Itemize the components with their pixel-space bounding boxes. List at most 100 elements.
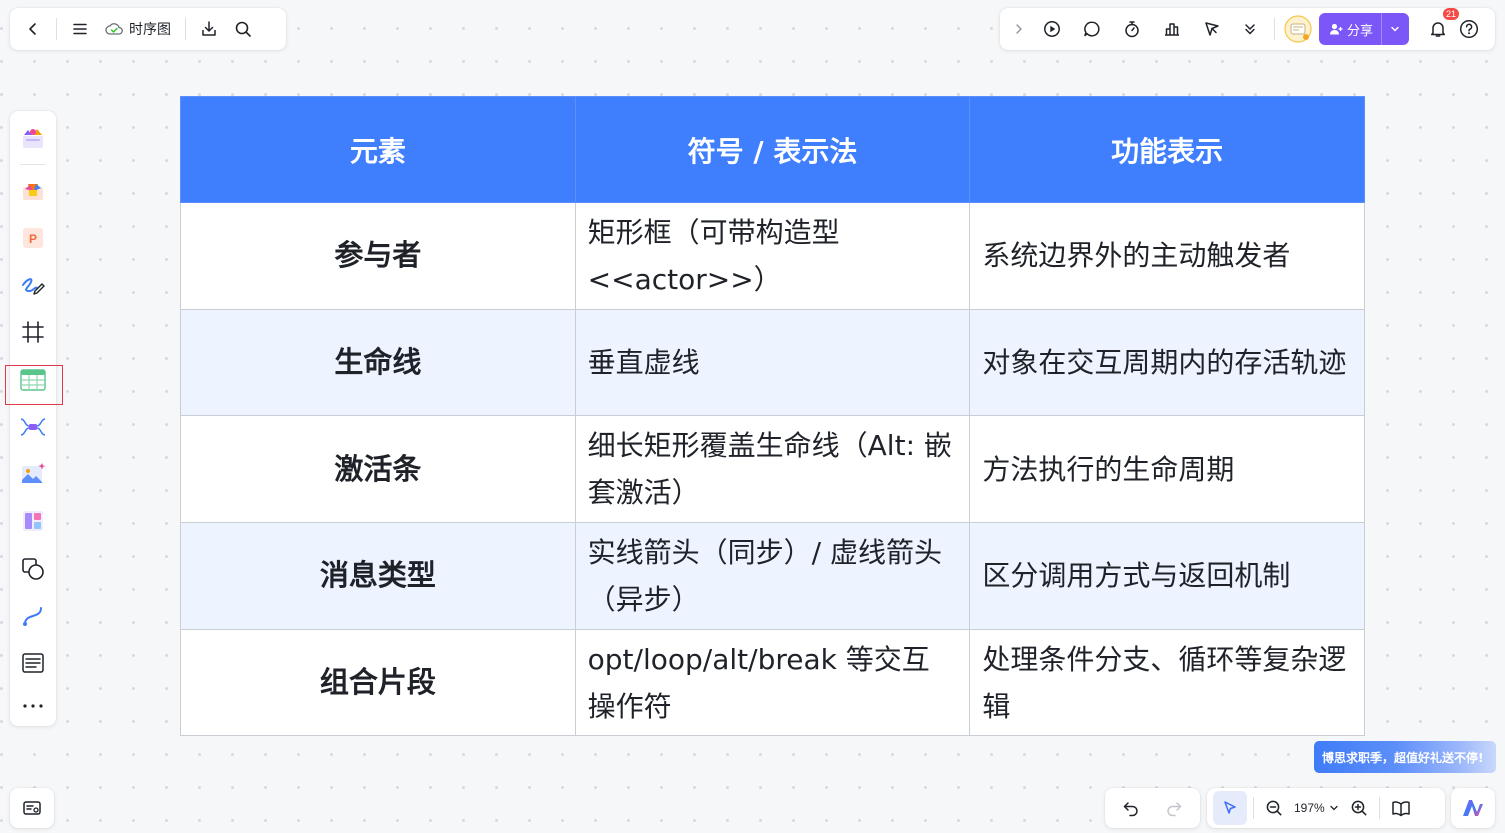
undo-button[interactable] [1114,791,1148,825]
menu-button[interactable] [63,12,97,46]
svg-text:P: P [29,232,37,246]
top-right-toolbar: 分享 21 [1000,8,1495,50]
table-cell[interactable]: 实线箭头（同步）/ 虚线箭头（异步） [574,522,971,630]
timer-button[interactable] [1112,12,1152,46]
share-main[interactable]: 分享 [1319,13,1381,45]
download-button[interactable] [192,12,226,46]
search-button[interactable] [226,12,260,46]
table-tool[interactable] [10,356,56,403]
table-row: 消息类型 实线箭头（同步）/ 虚线箭头（异步） 区分调用方式与返回机制 [180,522,1365,630]
share-label: 分享 [1347,23,1374,39]
template-tool[interactable] [10,115,56,162]
search-icon [234,20,252,38]
minimap-icon [22,799,42,817]
avatar-icon [1284,15,1312,43]
table-cell[interactable]: 组合片段 [180,628,576,737]
list-icon [20,650,46,676]
table-cell[interactable]: 参与者 [180,202,576,310]
left-toolbar: P [10,111,56,726]
zoom-in-icon [1350,799,1368,817]
header-cell-function[interactable]: 功能表示 [969,96,1365,203]
shape-tool[interactable] [10,545,56,592]
present-button[interactable] [1032,12,1072,46]
undo-icon [1122,799,1140,817]
pen-icon [19,271,47,299]
cloud-sync-icon [105,22,123,36]
table-cell[interactable]: 垂直虚线 [574,308,971,417]
share-options-button[interactable] [1381,13,1407,45]
minimap-button[interactable] [10,788,54,828]
redo-button[interactable] [1157,791,1191,825]
book-icon [1391,799,1411,817]
connector-icon [20,603,46,629]
table-cell[interactable]: 矩形框（可带构造型 <<actor>>） [574,202,971,310]
comment-icon [1083,20,1101,38]
layout-tool[interactable] [10,498,56,545]
user-avatar[interactable] [1281,12,1315,46]
text-list-tool[interactable] [10,639,56,686]
materials-tool[interactable] [10,167,56,214]
notifications-button[interactable]: 21 [1423,8,1459,46]
divider [20,164,46,166]
help-icon [1459,19,1479,39]
vote-button[interactable] [1152,12,1192,46]
ai-assistant-button[interactable] [1451,788,1495,828]
zoom-level-value: 197% [1294,801,1325,815]
document-title[interactable]: 时序图 [97,14,179,44]
table-cell[interactable]: 方法执行的生命周期 [969,415,1365,524]
connector-tool[interactable] [10,592,56,639]
history-controls [1105,788,1200,828]
chevron-down-icon [1329,803,1339,813]
chevron-down-icon [1390,24,1400,34]
divider [56,18,57,40]
more-dots-icon [22,703,44,709]
table-cell[interactable]: 细长矩形覆盖生命线（Alt: 嵌套激活） [574,415,971,524]
select-tool-button[interactable] [1213,791,1247,825]
frame-tool[interactable] [10,309,56,356]
bell-icon [1429,20,1447,38]
download-icon [200,20,218,38]
notification-count-badge: 21 [1442,8,1459,20]
table-cell[interactable]: 生命线 [180,308,576,417]
promo-text: 博思求职季，超值好礼送不停! [1322,750,1484,765]
zoom-in-button[interactable] [1345,791,1373,825]
table-cell[interactable]: 处理条件分支、循环等复杂逻辑 [969,628,1365,737]
table-cell[interactable]: 对象在交互周期内的存活轨迹 [969,308,1365,417]
zoom-controls: 197% [1207,788,1445,828]
table-header-row: 元素 符号 / 表示法 功能表示 [180,96,1365,203]
table-cell[interactable]: 激活条 [180,415,576,524]
zoom-level-dropdown[interactable]: 197% [1288,801,1345,815]
zoom-out-icon [1265,799,1283,817]
share-button[interactable]: 分享 [1319,13,1409,45]
header-cell-notation[interactable]: 符号 / 表示法 [574,96,971,203]
ppt-tool[interactable]: P [10,214,56,261]
collapse-toolbar-button[interactable] [1006,12,1032,46]
mindmap-tool[interactable] [10,403,56,450]
header-cell-element[interactable]: 元素 [180,96,576,203]
document-title-text: 时序图 [129,22,171,38]
stopwatch-icon [1123,20,1141,38]
back-button[interactable] [16,12,50,46]
table-cell[interactable]: 系统边界外的主动触发者 [969,202,1365,310]
pen-tool[interactable] [10,262,56,309]
flag-cursor-icon [1203,20,1221,38]
chevron-right-icon [1013,23,1025,35]
table-row: 激活条 细长矩形覆盖生命线（Alt: 嵌套激活） 方法执行的生命周期 [180,415,1365,524]
more-tools-button[interactable] [1232,12,1268,46]
comment-button[interactable] [1072,12,1112,46]
table-row: 组合片段 opt/loop/alt/break 等交互操作符 处理条件分支、循环… [180,628,1365,737]
frame-icon [20,319,46,345]
materials-icon [19,177,47,205]
table-cell[interactable]: opt/loop/alt/break 等交互操作符 [574,628,971,737]
zoom-out-button[interactable] [1260,791,1288,825]
ai-image-tool[interactable] [10,451,56,498]
redo-icon [1165,799,1183,817]
reading-mode-button[interactable] [1386,791,1416,825]
element-table[interactable]: 元素 符号 / 表示法 功能表示 参与者 矩形框（可带构造型 <<actor>>… [180,96,1365,737]
follow-button[interactable] [1192,12,1232,46]
promo-banner[interactable]: 博思求职季，超值好礼送不停! [1314,741,1496,773]
table-cell[interactable]: 区分调用方式与返回机制 [969,522,1365,630]
more-tools-menu[interactable] [10,687,56,726]
table-cell[interactable]: 消息类型 [180,522,576,630]
menu-icon [72,21,88,37]
